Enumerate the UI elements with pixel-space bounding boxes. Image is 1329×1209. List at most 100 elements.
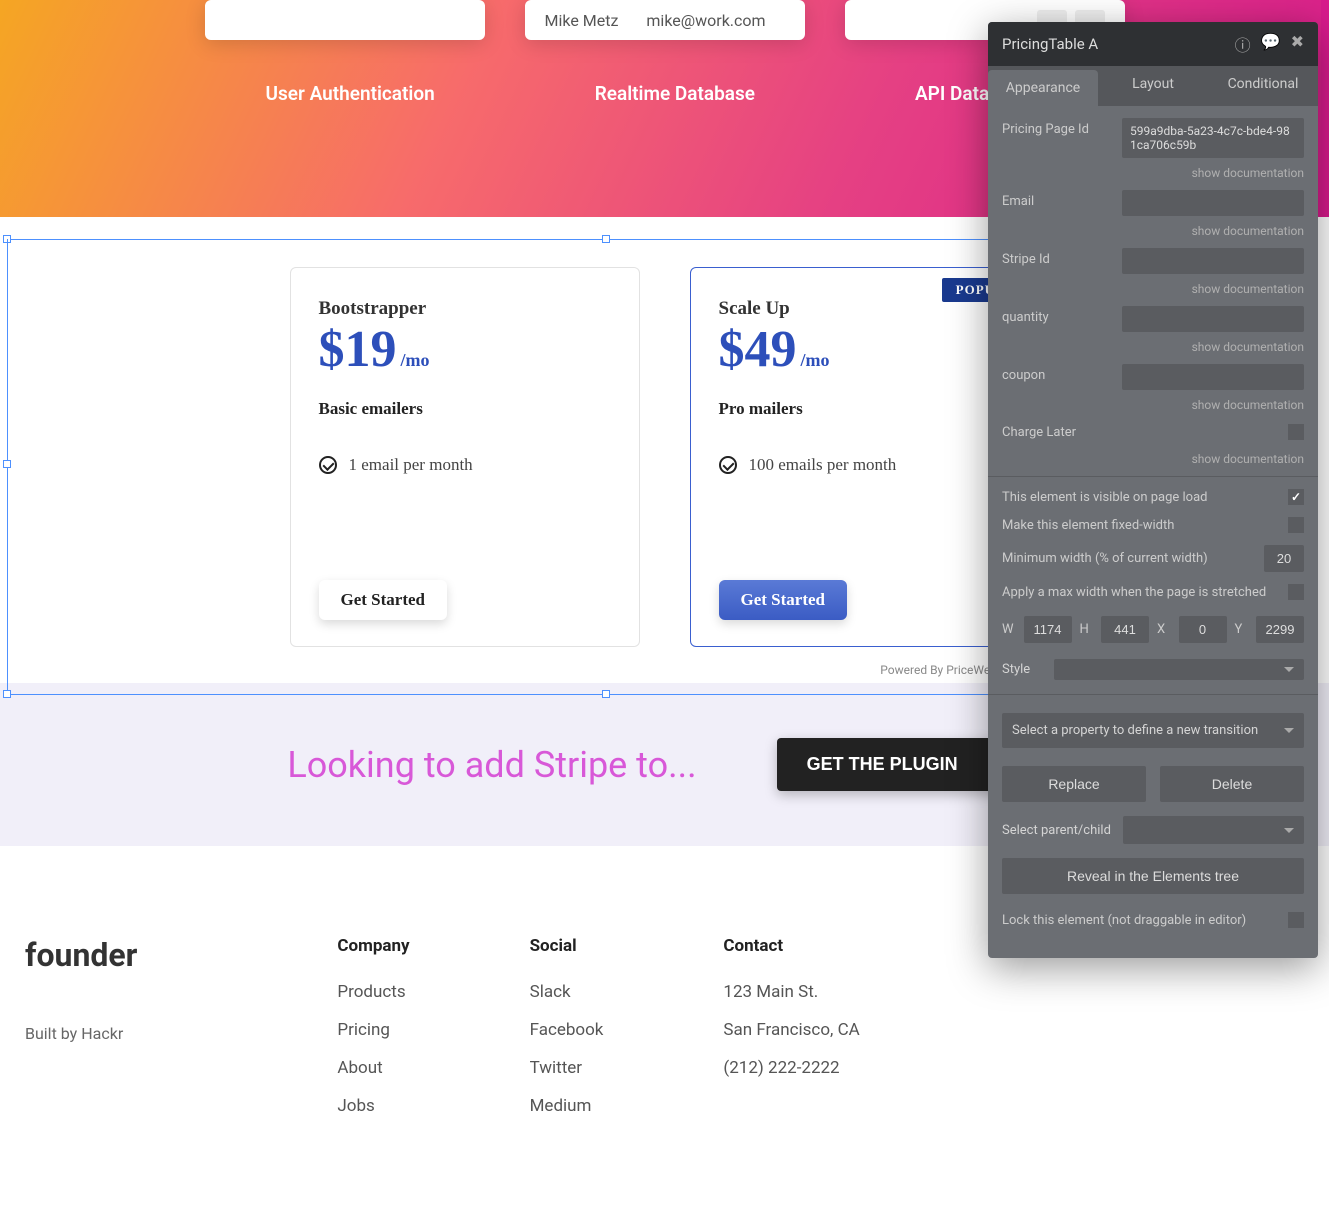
check-icon bbox=[319, 456, 337, 474]
transition-label: Select a property to define a new transi… bbox=[1012, 723, 1258, 738]
footer-link[interactable]: Pricing bbox=[337, 1020, 409, 1040]
panel-header[interactable]: PricingTable A ⓘ 💬 ✖ bbox=[988, 22, 1318, 66]
visible-on-load-label: This element is visible on page load bbox=[1002, 490, 1208, 505]
coupon-input[interactable] bbox=[1122, 364, 1304, 390]
get-started-button[interactable]: Get Started bbox=[319, 580, 448, 620]
panel-tabs: Appearance Layout Conditional bbox=[988, 66, 1318, 106]
fixed-width-label: Make this element fixed-width bbox=[1002, 518, 1174, 533]
footer-link[interactable]: About bbox=[337, 1058, 409, 1078]
style-label: Style bbox=[1002, 662, 1042, 677]
plan-subtitle: Basic emailers bbox=[319, 399, 611, 419]
footer-brand: founder bbox=[25, 936, 137, 974]
check-icon bbox=[719, 456, 737, 474]
lock-element-checkbox[interactable] bbox=[1288, 912, 1304, 928]
info-icon[interactable]: ⓘ bbox=[1235, 32, 1251, 56]
plan-feature: 1 email per month bbox=[319, 455, 611, 475]
prop-label-coupon: coupon bbox=[1002, 364, 1122, 383]
footer-link[interactable]: Twitter bbox=[530, 1058, 604, 1078]
hero-card-name: Mike Metz bbox=[545, 11, 619, 30]
y-input[interactable] bbox=[1256, 616, 1304, 643]
plan-price: $49 bbox=[719, 321, 797, 378]
tab-conditional[interactable]: Conditional bbox=[1208, 66, 1318, 106]
show-doc-link[interactable]: show documentation bbox=[1002, 340, 1304, 354]
fixed-width-checkbox[interactable] bbox=[1288, 517, 1304, 533]
max-width-checkbox[interactable] bbox=[1288, 584, 1304, 600]
transition-dropdown[interactable]: Select a property to define a new transi… bbox=[1002, 713, 1304, 748]
hero-card-left bbox=[205, 0, 485, 40]
select-parent-dropdown[interactable] bbox=[1123, 816, 1304, 844]
hero-label-db: Realtime Database bbox=[595, 82, 755, 105]
footer-col-title: Company bbox=[337, 936, 409, 956]
height-input[interactable] bbox=[1101, 616, 1149, 643]
hero-card-email: mike@work.com bbox=[646, 11, 765, 30]
show-doc-link[interactable]: show documentation bbox=[1002, 398, 1304, 412]
footer-col-title: Social bbox=[530, 936, 604, 956]
footer-col-title: Contact bbox=[723, 936, 859, 956]
dimensions-row: W H X Y bbox=[1002, 616, 1304, 643]
min-width-label: Minimum width (% of current width) bbox=[1002, 551, 1208, 566]
selection-handle[interactable] bbox=[3, 690, 11, 698]
prop-label-charge-later: Charge Later bbox=[1002, 425, 1076, 440]
x-input[interactable] bbox=[1179, 616, 1227, 643]
footer-link[interactable]: Jobs bbox=[337, 1096, 409, 1116]
plan-period: /mo bbox=[800, 350, 829, 370]
replace-button[interactable]: Replace bbox=[1002, 766, 1146, 802]
min-width-input[interactable] bbox=[1264, 545, 1304, 572]
footer-col-contact: Contact 123 Main St. San Francisco, CA (… bbox=[723, 936, 859, 1134]
chevron-down-icon bbox=[1284, 728, 1294, 733]
cta-button-label: GET THE PLUGIN bbox=[807, 754, 958, 775]
quantity-input[interactable] bbox=[1122, 306, 1304, 332]
prop-label-pricing-page-id: Pricing Page Id bbox=[1002, 118, 1122, 137]
width-input[interactable] bbox=[1024, 616, 1072, 643]
footer-col-company: Company Products Pricing About Jobs bbox=[337, 936, 409, 1134]
properties-panel[interactable]: PricingTable A ⓘ 💬 ✖ Appearance Layout C… bbox=[988, 22, 1318, 958]
select-parent-label: Select parent/child bbox=[1002, 823, 1111, 838]
plan-feature: 100 emails per month bbox=[719, 455, 1011, 475]
style-dropdown[interactable] bbox=[1054, 659, 1304, 680]
email-input[interactable] bbox=[1122, 190, 1304, 216]
selection-guide bbox=[7, 694, 1012, 695]
footer-contact-line: San Francisco, CA bbox=[723, 1020, 859, 1040]
comment-icon[interactable]: 💬 bbox=[1261, 32, 1281, 56]
pricing-page-id-input[interactable]: 599a9dba-5a23-4c7c-bde4-981ca706c59b bbox=[1122, 118, 1304, 158]
plan-feature-text: 100 emails per month bbox=[749, 455, 897, 475]
show-doc-link[interactable]: show documentation bbox=[1002, 224, 1304, 238]
lock-element-label: Lock this element (not draggable in edit… bbox=[1002, 913, 1246, 928]
hero-label-auth: User Authentication bbox=[266, 82, 435, 105]
plan-feature-text: 1 email per month bbox=[349, 455, 473, 475]
show-doc-link[interactable]: show documentation bbox=[1002, 166, 1304, 180]
footer-contact-line: 123 Main St. bbox=[723, 982, 859, 1002]
plan-period: /mo bbox=[400, 350, 429, 370]
hero-card-middle: Mike Metz mike@work.com bbox=[525, 0, 805, 40]
footer-col-social: Social Slack Facebook Twitter Medium bbox=[530, 936, 604, 1134]
plan-name: Bootstrapper bbox=[319, 298, 611, 320]
chevron-down-icon bbox=[1284, 828, 1294, 833]
footer-link[interactable]: Slack bbox=[530, 982, 604, 1002]
tab-layout[interactable]: Layout bbox=[1098, 66, 1208, 106]
tab-appearance[interactable]: Appearance bbox=[988, 70, 1098, 106]
prop-label-quantity: quantity bbox=[1002, 306, 1122, 325]
prop-label-stripe-id: Stripe Id bbox=[1002, 248, 1122, 267]
prop-label-email: Email bbox=[1002, 190, 1122, 209]
panel-title: PricingTable A bbox=[1002, 35, 1098, 53]
show-doc-link[interactable]: show documentation bbox=[1002, 452, 1304, 466]
plan-subtitle: Pro mailers bbox=[719, 399, 1011, 419]
price-card-scaleup: POPULAR Scale Up $49 /mo Pro mailers 100… bbox=[690, 267, 1040, 647]
footer-link[interactable]: Facebook bbox=[530, 1020, 604, 1040]
plan-price: $19 bbox=[319, 321, 397, 378]
visible-on-load-checkbox[interactable] bbox=[1288, 489, 1304, 505]
price-card-bootstrapper: Bootstrapper $19 /mo Basic emailers 1 em… bbox=[290, 267, 640, 647]
charge-later-checkbox[interactable] bbox=[1288, 424, 1304, 440]
reveal-elements-tree-button[interactable]: Reveal in the Elements tree bbox=[1002, 858, 1304, 894]
footer-contact-line: (212) 222-2222 bbox=[723, 1058, 859, 1078]
stripe-id-input[interactable] bbox=[1122, 248, 1304, 274]
footer-link[interactable]: Medium bbox=[530, 1096, 604, 1116]
selection-handle[interactable] bbox=[602, 690, 610, 698]
delete-button[interactable]: Delete bbox=[1160, 766, 1304, 802]
show-doc-link[interactable]: show documentation bbox=[1002, 282, 1304, 296]
get-started-button[interactable]: Get Started bbox=[719, 580, 848, 620]
close-icon[interactable]: ✖ bbox=[1291, 32, 1304, 56]
max-width-label: Apply a max width when the page is stret… bbox=[1002, 585, 1266, 600]
footer-byline: Built by Hackr bbox=[25, 1024, 137, 1043]
footer-link[interactable]: Products bbox=[337, 982, 409, 1002]
